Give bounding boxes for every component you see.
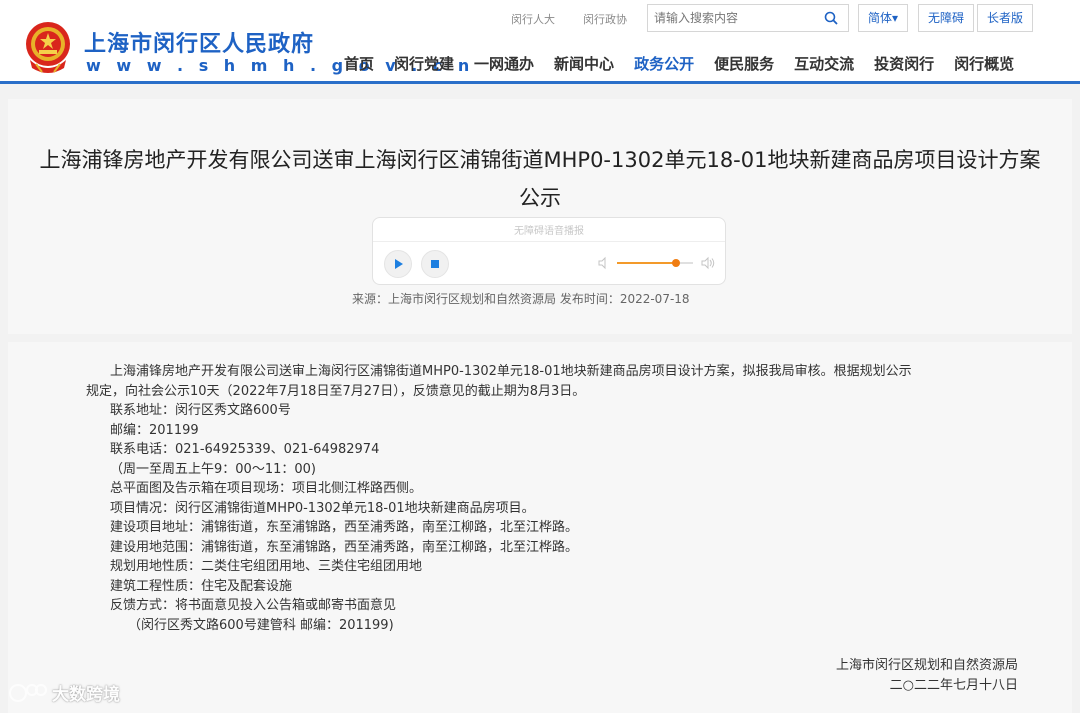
stop-icon [431, 260, 439, 268]
paragraph-line: 上海浦锋房地产开发有限公司送审上海闵行区浦锦街道MHP0-1302单元18-01… [110, 364, 912, 379]
volume-high-icon[interactable] [700, 256, 716, 270]
watermark-text: 大数跨境 [52, 685, 120, 705]
feedback-method: 反馈方式：将书面意见投入公告箱或邮寄书面意见 [110, 598, 397, 613]
postcode: 邮编：201199 [110, 422, 199, 438]
watermark-logo-icon [9, 683, 47, 702]
article-title: 上海浦锋房地产开发有限公司送审上海闵行区浦锦街道MHP0-1302单元18-01… [39, 148, 1041, 210]
article-header-panel: 上海浦锋房地产开发有限公司送审上海闵行区浦锦街道MHP0-1302单元18-01… [8, 99, 1072, 334]
site-header: 上海市闵行区人民政府 w w w . s h m h . g o v . c n… [0, 0, 1080, 84]
national-emblem-icon [26, 22, 70, 73]
project-info: 项目情况：闵行区浦锦街道MHP0-1302单元18-01地块新建商品房项目。 [110, 500, 535, 516]
volume-slider-fill [617, 262, 677, 264]
volume-low-icon[interactable] [597, 256, 611, 270]
volume-slider-handle[interactable] [672, 259, 681, 267]
audio-player: 无障碍语音播报 [372, 217, 726, 285]
main-nav: 首页 闵行党建 一网通办 新闻中心 政务公开 便民服务 互动交流 投资闵行 闵行… [344, 53, 1034, 75]
article-body-panel: 上海浦锋房地产开发有限公司送审上海闵行区浦锦街道MHP0-1302单元18-01… [8, 342, 1072, 713]
nav-gov-affairs[interactable]: 政务公开 [634, 53, 694, 75]
stop-button[interactable] [421, 250, 449, 278]
feedback-address: （闵行区秀文路600号建管科 邮编：201199) [128, 617, 394, 633]
land-use: 规划用地性质：二类住宅组团用地、三类住宅组团用地 [110, 559, 423, 574]
nav-party[interactable]: 闵行党建 [394, 53, 454, 75]
watermark: 大数跨境 [8, 680, 120, 705]
site-title[interactable]: 上海市闵行区人民政府 [84, 26, 314, 58]
project-address: 建设项目地址：浦锦街道，东至浦锦路，西至浦秀路，南至江柳路，北至江桦路。 [110, 520, 579, 535]
nav-overview[interactable]: 闵行概览 [954, 53, 1014, 75]
office-hours: （周一至周五上午9：00～11：00) [110, 461, 316, 477]
nav-online-service[interactable]: 一网通办 [474, 53, 534, 75]
display-location: 总平面图及告示箱在项目现场：项目北侧江桦路西侧。 [110, 481, 423, 496]
util-link-npc[interactable]: 闵行人大 [511, 11, 555, 27]
contact-address: 联系地址：闵行区秀文路600号 [110, 403, 291, 418]
nav-news[interactable]: 新闻中心 [554, 53, 614, 75]
signature-date: 二○二二年七月十八日 [889, 678, 1018, 693]
contact-phone: 联系电话：021-64925339、021-64982974 [110, 442, 380, 457]
audio-player-label: 无障碍语音播报 [373, 222, 725, 242]
accessibility-button[interactable]: 无障碍 [918, 4, 974, 32]
util-link-cppcc[interactable]: 闵行政协 [583, 11, 627, 27]
building-nature: 建筑工程性质：住宅及配套设施 [110, 578, 293, 594]
language-select[interactable]: 简体▾ [858, 4, 908, 32]
volume-slider[interactable] [617, 259, 693, 267]
nav-invest[interactable]: 投资闵行 [874, 53, 934, 75]
play-icon [395, 259, 403, 269]
article-body: 上海浦锋房地产开发有限公司送审上海闵行区浦锦街道MHP0-1302单元18-01… [86, 362, 1028, 635]
search-icon[interactable] [824, 11, 838, 25]
elder-mode-button[interactable]: 长者版 [977, 4, 1033, 32]
nav-interaction[interactable]: 互动交流 [794, 53, 854, 75]
paragraph-line: 规定，向社会公示10天（2022年7月18日至7月27日），反馈意见的截止期为8… [86, 383, 586, 399]
play-button[interactable] [384, 250, 412, 278]
search-input[interactable] [648, 5, 818, 31]
article-source-line: 来源：上海市闵行区规划和自然资源局 发布时间：2022-07-18 [0, 290, 1080, 307]
land-boundary: 建设用地范围：浦锦街道，东至浦锦路，西至浦秀路，南至江柳路，北至江桦路。 [110, 539, 579, 555]
signature-org: 上海市闵行区规划和自然资源局 [835, 658, 1018, 673]
article-source-text: 来源：上海市闵行区规划和自然资源局 发布时间：2022-07-18 [352, 292, 690, 306]
nav-home[interactable]: 首页 [344, 53, 374, 75]
search-box [647, 4, 849, 32]
nav-services[interactable]: 便民服务 [714, 53, 774, 75]
